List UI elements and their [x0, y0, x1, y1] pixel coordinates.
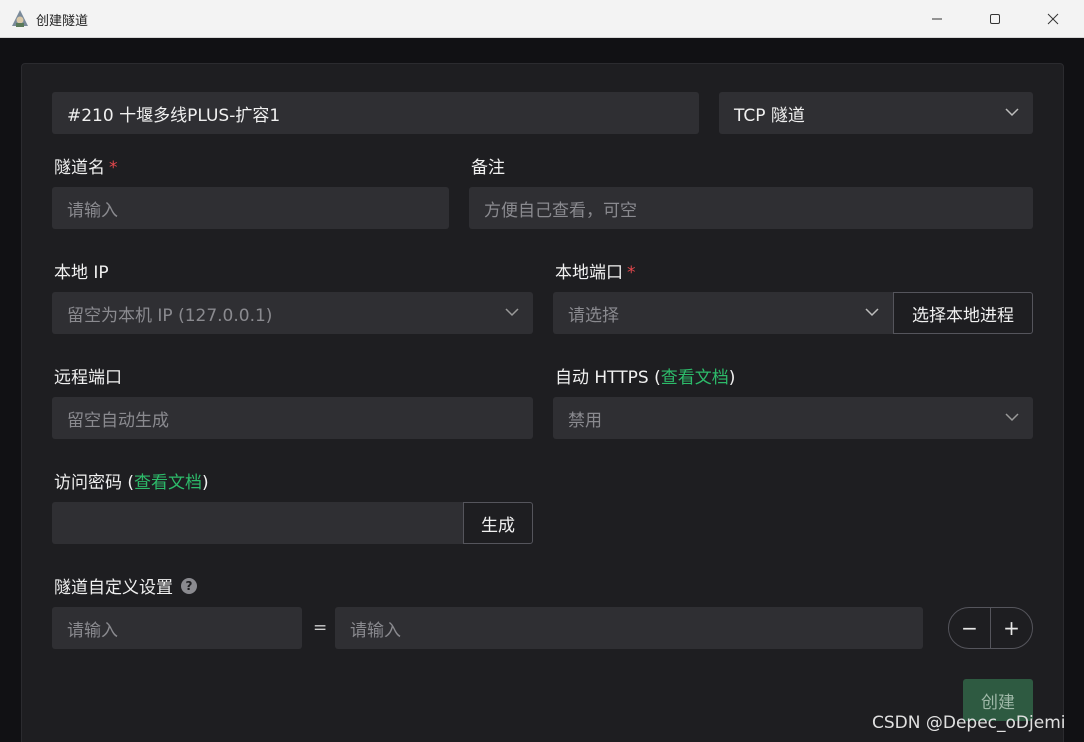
minimize-button[interactable] [908, 0, 966, 38]
local-ip-label: 本地 IP [54, 263, 109, 283]
custom-value-placeholder: 请输入 [350, 620, 401, 641]
access-password-docs-link[interactable]: 查看文档 [134, 473, 202, 493]
auto-https-label: 自动 HTTPS (查看文档) [555, 363, 735, 388]
local-port-label-text: 本地端口 [555, 263, 623, 283]
access-password-input[interactable] [52, 502, 463, 544]
remote-port-label: 远程端口 [54, 368, 122, 388]
auto-https-value: 禁用 [568, 410, 602, 431]
equals-sign: = [313, 618, 328, 638]
remote-port-placeholder: 留空自动生成 [67, 410, 169, 431]
custom-settings-label-text: 隧道自定义设置 [54, 578, 173, 598]
custom-key-placeholder: 请输入 [67, 620, 118, 641]
remark-placeholder: 方便自己查看，可空 [484, 200, 637, 221]
minimize-icon [932, 18, 942, 20]
required-mark: * [109, 158, 118, 178]
required-mark: * [627, 263, 636, 283]
remark-input[interactable]: 方便自己查看，可空 [469, 187, 1033, 229]
generate-password-button[interactable]: 生成 [463, 502, 533, 544]
auto-https-select[interactable]: 禁用 [553, 397, 1033, 439]
auto-https-docs-link[interactable]: 查看文档 [661, 368, 729, 388]
access-password-label-prefix: 访问密码 ( [54, 473, 135, 493]
maximize-icon [990, 14, 1000, 24]
chevron-down-icon [865, 308, 879, 317]
select-local-process-button[interactable]: 选择本地进程 [893, 292, 1033, 334]
local-ip-placeholder: 留空为本机 IP (127.0.0.1) [67, 305, 273, 326]
watermark: CSDN @Depec_oDjemi [872, 713, 1066, 733]
chevron-down-icon [1005, 108, 1019, 117]
access-password-label-suffix: ) [202, 473, 209, 493]
custom-value-input[interactable]: 请输入 [335, 607, 923, 649]
title-bar: 创建隧道 [0, 0, 1084, 38]
maximize-button[interactable] [966, 0, 1024, 38]
custom-settings-label: 隧道自定义设置? [54, 573, 197, 598]
close-icon [1047, 13, 1059, 25]
remark-label: 备注 [471, 158, 505, 178]
chevron-down-icon [505, 308, 519, 317]
tunnel-type-select[interactable]: TCP 隧道 [719, 92, 1033, 134]
app-logo-icon [12, 10, 28, 27]
auto-https-label-suffix: ) [728, 368, 736, 388]
local-port-placeholder: 请选择 [568, 305, 619, 326]
tunnel-name-input[interactable]: 请输入 [52, 187, 449, 229]
remove-row-button[interactable]: − [949, 608, 990, 648]
custom-settings-stepper: − + [948, 607, 1033, 649]
tunnel-name-label-text: 隧道名 [54, 158, 105, 178]
local-port-label: 本地端口 * [555, 258, 636, 283]
tunnel-name-placeholder: 请输入 [67, 200, 118, 221]
local-port-select[interactable]: 请选择 [553, 292, 893, 334]
help-icon[interactable]: ? [181, 578, 197, 594]
tunnel-name-label: 隧道名 * [54, 153, 118, 178]
node-select-value: #210 十堰多线PLUS-扩容1 [67, 105, 281, 126]
chevron-down-icon [1005, 413, 1019, 422]
add-row-button[interactable]: + [991, 608, 1032, 648]
node-select[interactable]: #210 十堰多线PLUS-扩容1 [52, 92, 699, 134]
access-password-label: 访问密码 (查看文档) [54, 468, 209, 493]
auto-https-label-prefix: 自动 HTTPS ( [555, 368, 661, 388]
local-ip-select[interactable]: 留空为本机 IP (127.0.0.1) [52, 292, 533, 334]
close-button[interactable] [1024, 0, 1082, 38]
custom-key-input[interactable]: 请输入 [52, 607, 302, 649]
window-title: 创建隧道 [36, 14, 89, 29]
tunnel-type-value: TCP 隧道 [734, 105, 805, 126]
remote-port-input[interactable]: 留空自动生成 [52, 397, 533, 439]
